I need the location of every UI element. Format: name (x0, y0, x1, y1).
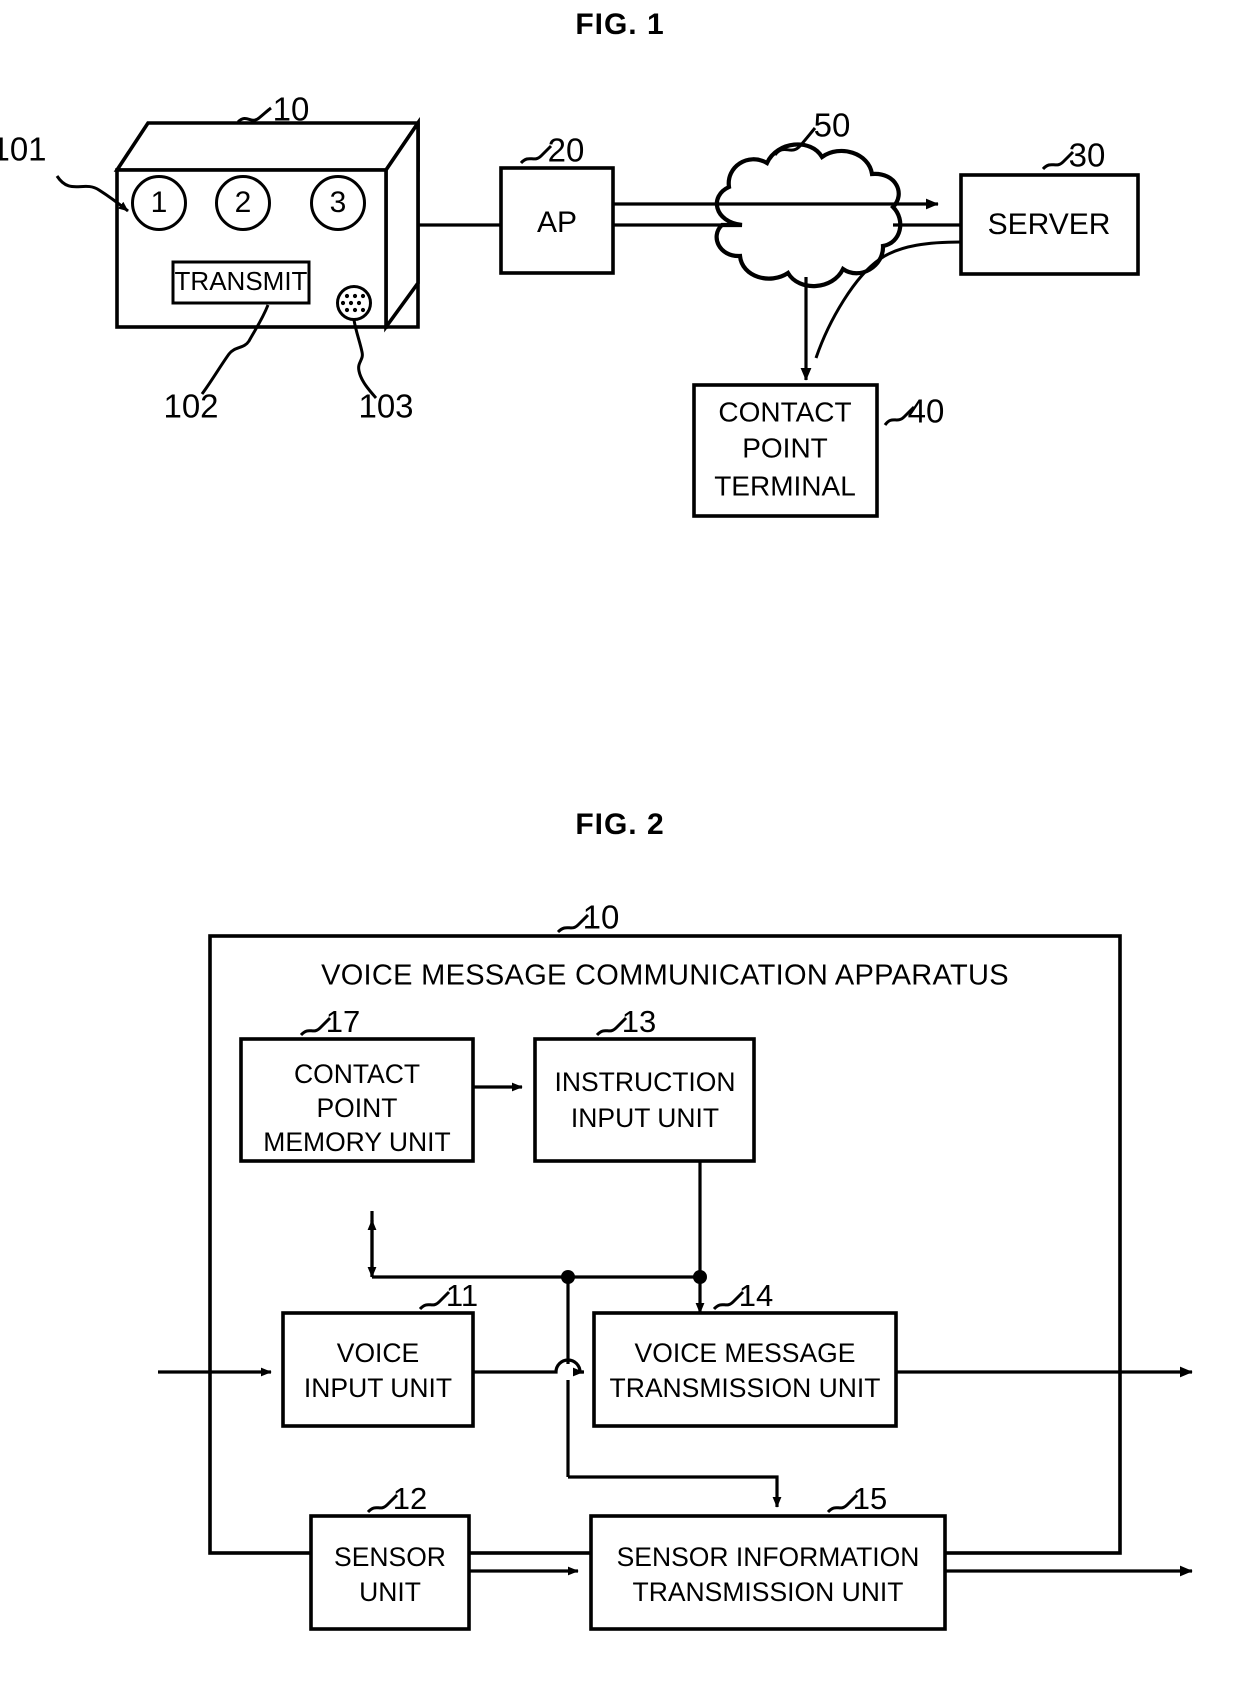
sensor-unit-line-2: UNIT (359, 1577, 421, 1607)
device-button-1-label: 1 (151, 186, 168, 219)
contact-point-memory-unit-line-2: POINT (317, 1093, 398, 1123)
transmit-button-label: TRANSMIT (175, 266, 308, 296)
figure-2-title: FIG. 2 (575, 808, 665, 841)
voice-input-unit-line-2: INPUT UNIT (304, 1373, 452, 1403)
voice-message-transmission-unit-box[interactable] (592, 1311, 898, 1428)
contact-point-memory-unit-line-1: CONTACT (294, 1059, 420, 1089)
microphone-icon (336, 285, 372, 321)
device-button-3-label: 3 (330, 186, 347, 219)
ref-number-13: 13 (622, 1004, 656, 1039)
voice-message-device-10[interactable]: 1 2 3 TRANSMIT (113, 117, 420, 333)
ref-number-50: 50 (814, 107, 851, 144)
ref-number-12: 12 (393, 1481, 427, 1516)
ref-number-17: 17 (326, 1004, 360, 1039)
contact-point-memory-unit-line-3: MEMORY UNIT (263, 1127, 450, 1157)
ref-number-30: 30 (1069, 137, 1106, 174)
sensor-information-transmission-unit-line-1: SENSOR INFORMATION (617, 1542, 920, 1572)
ref-number-apparatus-10: 10 (583, 899, 620, 936)
figure-1-title: FIG. 1 (575, 8, 665, 41)
figure-1-group: 1 2 3 TRANSMIT 10 101 102 103 AP 20 50 S… (0, 91, 1140, 518)
device-button-2-label: 2 (235, 186, 252, 219)
lead-line-103 (352, 319, 378, 399)
figure-2-group: 10 VOICE MESSAGE COMMUNICATION APPARATUS… (158, 899, 1193, 1631)
contact-point-terminal-line-1: CONTACT (718, 396, 851, 427)
voice-message-transmission-unit-line-2: TRANSMISSION UNIT (610, 1373, 881, 1403)
contact-point-terminal-line-3: TERMINAL (714, 470, 856, 501)
apparatus-title: VOICE MESSAGE COMMUNICATION APPARATUS (321, 960, 1009, 992)
ref-number-14: 14 (739, 1278, 773, 1313)
lead-line-50 (773, 127, 817, 157)
voice-input-unit-line-1: VOICE (337, 1338, 419, 1368)
instruction-input-unit-line-2: INPUT UNIT (571, 1103, 719, 1133)
patent-drawing-page: FIG. 1 FIG. 2 1 2 3 TRANSMIT 10 101 102 … (0, 0, 1240, 1691)
instruction-input-unit-line-1: INSTRUCTION (554, 1067, 735, 1097)
ref-number-11: 11 (446, 1278, 478, 1313)
lead-line-10 (236, 106, 272, 124)
sensor-unit-box[interactable] (309, 1514, 471, 1631)
ref-number-15: 15 (853, 1481, 887, 1516)
ref-number-40: 40 (908, 393, 945, 430)
ref-number-101: 101 (0, 131, 47, 168)
ref-number-102: 102 (163, 388, 218, 425)
voice-message-transmission-unit-line-1: VOICE MESSAGE (635, 1338, 856, 1368)
access-point-label: AP (537, 206, 577, 239)
bus-junction-dot-right (693, 1270, 707, 1284)
contact-point-terminal-line-2: POINT (742, 432, 828, 463)
server-label: SERVER (988, 208, 1111, 241)
sensor-unit-line-1: SENSOR (334, 1542, 446, 1572)
ref-number-20: 20 (548, 132, 585, 169)
ref-number-103: 103 (358, 388, 413, 425)
sensor-information-transmission-unit-line-2: TRANSMISSION UNIT (633, 1577, 904, 1607)
sensor-information-transmission-unit-box[interactable] (589, 1514, 947, 1631)
device-button-group-101[interactable]: 1 2 3 (131, 175, 366, 231)
device-top-face (113, 121, 420, 172)
voice-input-unit-box[interactable] (281, 1311, 475, 1428)
ref-number-10: 10 (273, 91, 310, 128)
server-to-terminal-curve (814, 240, 962, 359)
instruction-input-unit-box[interactable] (533, 1037, 756, 1163)
lead-line-20 (519, 144, 553, 165)
